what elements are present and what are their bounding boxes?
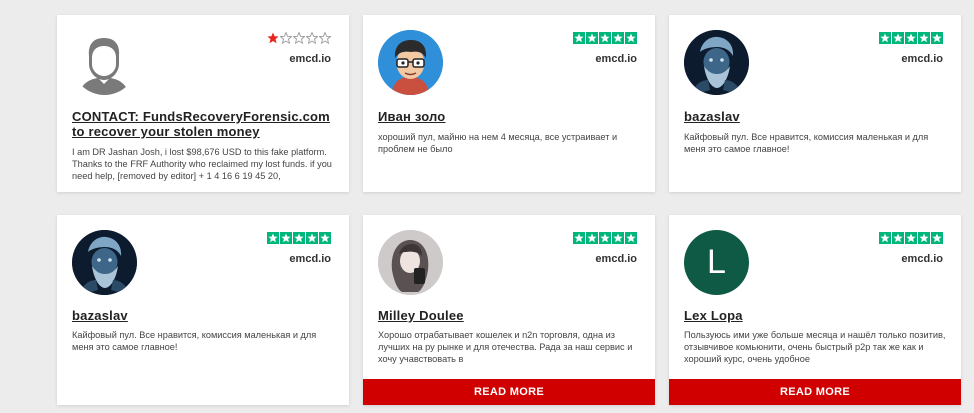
read-more-button[interactable]: READ MORE (363, 379, 655, 405)
poseidon-avatar (72, 230, 137, 295)
star-empty-icon (306, 32, 318, 44)
star-filled-icon (625, 232, 637, 244)
read-more-button[interactable]: READ MORE (669, 379, 961, 405)
poseidon-avatar (684, 30, 749, 95)
review-site: emcd.io (289, 53, 331, 65)
star-filled-icon (879, 32, 891, 44)
star-filled-icon (931, 32, 943, 44)
rating-stars (267, 32, 331, 44)
review-card-4: emcd.io bazaslav Кайфовый пул. Все нрави… (57, 215, 349, 405)
rating-stars (879, 232, 943, 244)
rating-stars (573, 32, 637, 44)
star-filled-icon (612, 232, 624, 244)
reviewer-name[interactable]: Lex Lopa (684, 308, 949, 323)
review-text: Хорошо отрабатывает кошелек и n2n торгов… (378, 330, 633, 364)
review-site: emcd.io (901, 253, 943, 265)
review-text: I am DR Jashan Josh, i lost $98,676 USD … (72, 147, 332, 181)
review-site: emcd.io (595, 253, 637, 265)
photo-avatar (378, 230, 443, 295)
review-card-5: emcd.io Milley Doulee Хорошо отрабатывае… (363, 215, 655, 405)
star-empty-icon (293, 32, 305, 44)
star-empty-icon (319, 32, 331, 44)
star-filled-icon (918, 232, 930, 244)
reviewer-name[interactable]: bazaslav (684, 109, 949, 124)
star-filled-icon (586, 232, 598, 244)
review-text: Кайфовый пул. Все нравится, комиссия мал… (684, 132, 929, 154)
cartoon-glasses-avatar (378, 30, 443, 95)
star-filled-icon (879, 232, 891, 244)
star-filled-icon (586, 32, 598, 44)
star-filled-icon (892, 32, 904, 44)
review-card-6: L emcd.io Lex Lopa Пользуюсь ими уже бол… (669, 215, 961, 405)
star-filled-icon (905, 232, 917, 244)
review-site: emcd.io (595, 53, 637, 65)
rating-stars (879, 32, 943, 44)
star-filled-icon (905, 32, 917, 44)
rating-stars (267, 232, 331, 244)
review-site: emcd.io (901, 53, 943, 65)
letter-avatar: L (684, 230, 749, 295)
star-filled-icon (931, 232, 943, 244)
review-text: Кайфовый пул. Все нравится, комиссия мал… (72, 330, 317, 352)
review-text: Пользуюсь ими уже больше месяца и нашёл … (684, 330, 946, 364)
review-site: emcd.io (289, 253, 331, 265)
star-filled-icon (573, 32, 585, 44)
star-filled-icon (599, 232, 611, 244)
default-person-icon (72, 30, 137, 95)
reviewer-name[interactable]: Иван золо (378, 109, 643, 124)
star-filled-icon (293, 232, 305, 244)
star-filled-icon (280, 232, 292, 244)
review-card-1: emcd.io CONTACT: FundsRecoveryForensic.c… (57, 15, 349, 192)
star-filled-icon (267, 32, 279, 44)
review-text: хороший пул, майню на нем 4 месяца, все … (378, 132, 618, 154)
star-filled-icon (625, 32, 637, 44)
star-filled-icon (573, 232, 585, 244)
star-filled-icon (267, 232, 279, 244)
star-filled-icon (599, 32, 611, 44)
star-filled-icon (918, 32, 930, 44)
star-filled-icon (892, 232, 904, 244)
reviewer-name[interactable]: bazaslav (72, 308, 337, 323)
rating-stars (573, 232, 637, 244)
review-card-3: emcd.io bazaslav Кайфовый пул. Все нрави… (669, 15, 961, 192)
star-filled-icon (612, 32, 624, 44)
reviewer-name[interactable]: CONTACT: FundsRecoveryForensic.com to re… (72, 109, 337, 139)
star-filled-icon (319, 232, 331, 244)
reviewer-name[interactable]: Milley Doulee (378, 308, 643, 323)
review-card-2: emcd.io Иван золо хороший пул, майню на … (363, 15, 655, 192)
star-filled-icon (306, 232, 318, 244)
star-empty-icon (280, 32, 292, 44)
